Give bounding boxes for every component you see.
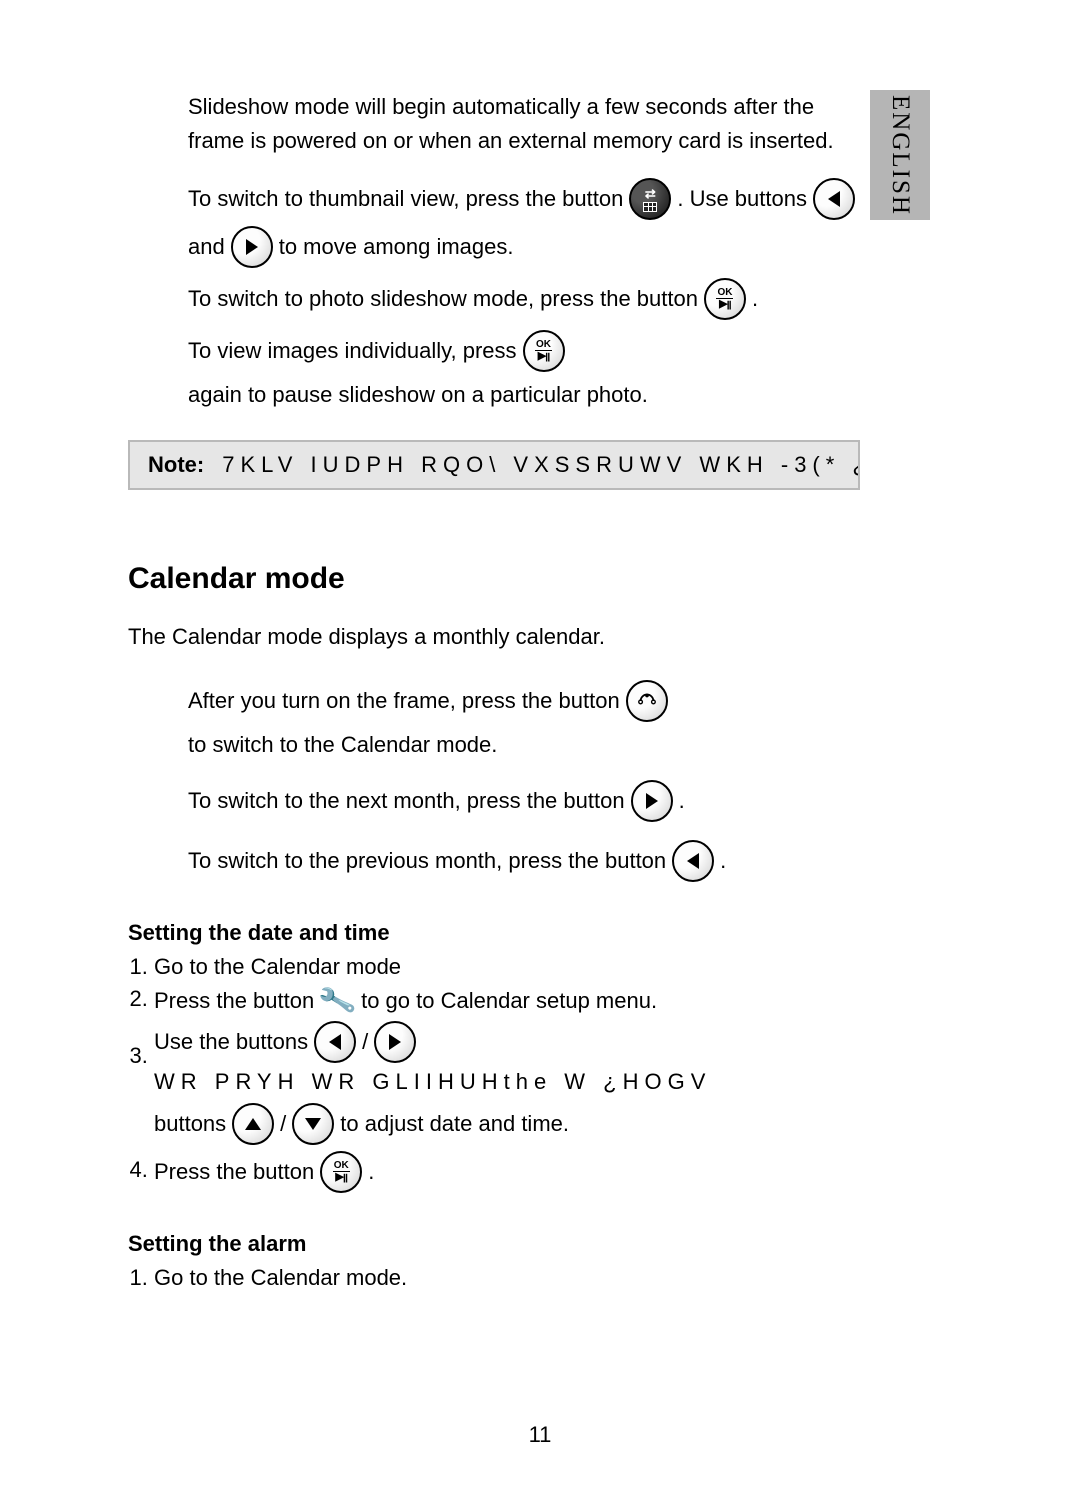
prev-month-instruction: To switch to the previous month, press t… bbox=[188, 840, 860, 882]
text: and bbox=[188, 230, 225, 264]
calendar-switch-instruction: After you turn on the frame, press the b… bbox=[188, 680, 860, 762]
calendar-block: After you turn on the frame, press the b… bbox=[188, 680, 860, 882]
step-2: Press the button 🔧 to go to Calendar set… bbox=[154, 986, 860, 1014]
text: again to pause slideshow on a particular… bbox=[188, 378, 648, 412]
page-content: Slideshow mode will begin automatically … bbox=[128, 90, 860, 1297]
text: . bbox=[752, 282, 758, 316]
note-text: 7KLV IUDPH RQO\ VXSSRUWV WKH -3(* ¿OH IR… bbox=[222, 452, 860, 478]
next-month-instruction: To switch to the next month, press the b… bbox=[188, 780, 860, 822]
text: to go to Calendar setup menu. bbox=[361, 988, 657, 1014]
wrench-icon: 🔧 bbox=[317, 983, 358, 1019]
page-number: 11 bbox=[0, 1422, 1080, 1448]
text: Use the buttons bbox=[154, 1029, 308, 1055]
text: Press the button bbox=[154, 1159, 314, 1185]
text: To switch to thumbnail view, press the b… bbox=[188, 182, 623, 216]
thumbnail-view-icon: ⇄ bbox=[629, 178, 671, 220]
text: . Use buttons bbox=[677, 182, 807, 216]
text: to move among images. bbox=[279, 230, 514, 264]
text: . bbox=[720, 844, 726, 878]
text: . bbox=[679, 784, 685, 818]
date-time-heading: Setting the date and time bbox=[128, 920, 860, 946]
note-box: Note: 7KLV IUDPH RQO\ VXSSRUWV WKH -3(* … bbox=[128, 440, 860, 490]
right-arrow-icon bbox=[231, 226, 273, 268]
right-arrow-icon bbox=[631, 780, 673, 822]
left-arrow-icon bbox=[672, 840, 714, 882]
slideshow-intro: Slideshow mode will begin automatically … bbox=[188, 90, 860, 158]
language-tab: ENGLISH bbox=[870, 90, 930, 220]
text: To view images individually, press bbox=[188, 334, 517, 368]
text: After you turn on the frame, press the b… bbox=[188, 684, 620, 718]
text: buttons bbox=[154, 1111, 226, 1137]
ok-playpause-icon: OK▶ꞁꞁ bbox=[320, 1151, 362, 1193]
right-arrow-icon bbox=[374, 1021, 416, 1063]
text: / bbox=[280, 1111, 286, 1137]
left-arrow-icon bbox=[314, 1021, 356, 1063]
text: to switch to the Calendar mode. bbox=[188, 728, 497, 762]
note-label: Note: bbox=[148, 452, 204, 478]
ok-playpause-icon: OK▶ꞁꞁ bbox=[704, 278, 746, 320]
calendar-mode-icon bbox=[626, 680, 668, 722]
thumbnail-instruction-2: and to move among images. bbox=[188, 226, 860, 268]
text: to adjust date and time. bbox=[340, 1111, 569, 1137]
alarm-heading: Setting the alarm bbox=[128, 1231, 860, 1257]
calendar-intro: The Calendar mode displays a monthly cal… bbox=[128, 624, 860, 650]
step-4: Press the button OK▶ꞁꞁ . bbox=[154, 1151, 860, 1193]
view-individual-instruction: To view images individually, press OK▶ꞁꞁ… bbox=[188, 330, 860, 412]
step-1: Go to the Calendar mode bbox=[154, 954, 860, 980]
text: To switch to photo slideshow mode, press… bbox=[188, 282, 698, 316]
date-time-steps: Go to the Calendar mode Press the button… bbox=[128, 954, 860, 1192]
text: To switch to the previous month, press t… bbox=[188, 844, 666, 878]
text: WR PRYH WR GLIIHUHthe W ¿HOGV bbox=[154, 1069, 711, 1095]
text: / bbox=[362, 1029, 368, 1055]
ok-playpause-icon: OK▶ꞁꞁ bbox=[523, 330, 565, 372]
step-3: Use the buttons / WR PRYH WR GLIIHUHthe … bbox=[154, 1021, 860, 1145]
up-arrow-icon bbox=[232, 1103, 274, 1145]
text: Press the button bbox=[154, 988, 314, 1014]
text: To switch to the next month, press the b… bbox=[188, 784, 625, 818]
step-1: Go to the Calendar mode. bbox=[154, 1265, 860, 1291]
down-arrow-icon bbox=[292, 1103, 334, 1145]
left-arrow-icon bbox=[813, 178, 855, 220]
alarm-steps: Go to the Calendar mode. bbox=[128, 1265, 860, 1291]
text: . bbox=[368, 1159, 374, 1185]
slideshow-block: Slideshow mode will begin automatically … bbox=[188, 90, 860, 412]
slideshow-mode-instruction: To switch to photo slideshow mode, press… bbox=[188, 278, 860, 320]
thumbnail-instruction: To switch to thumbnail view, press the b… bbox=[188, 178, 860, 220]
calendar-heading: Calendar mode bbox=[128, 562, 860, 596]
